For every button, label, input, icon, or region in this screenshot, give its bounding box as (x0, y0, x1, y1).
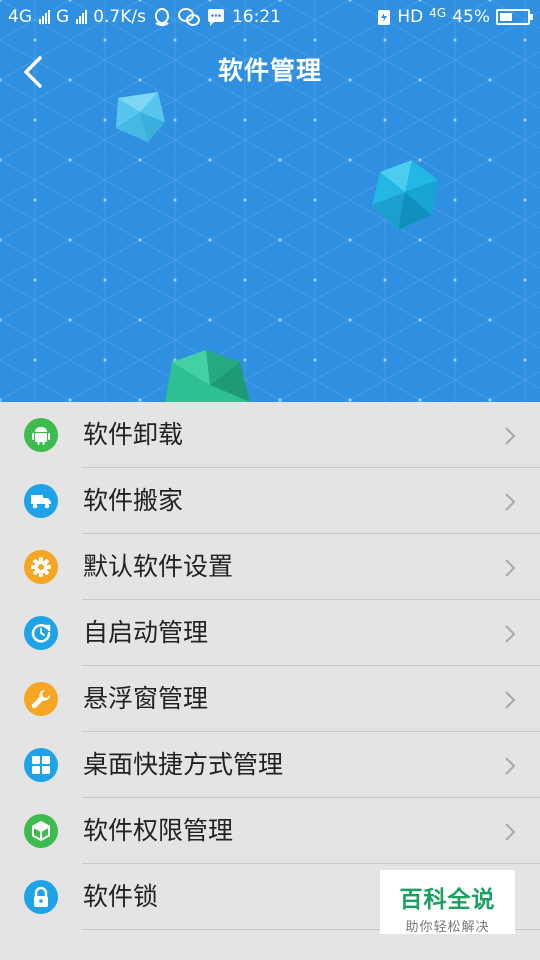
wrench-icon (24, 682, 58, 716)
battery-icon (496, 9, 533, 25)
chevron-right-icon (505, 493, 516, 511)
chevron-right-icon (505, 427, 516, 445)
watermark-badge: 百科全说 助你轻松解决 (380, 870, 515, 935)
header-banner: 4G G 0.7K/s 16:21 HD 4G 45% 软件管理 (0, 0, 540, 402)
list-item-label: 自启动管理 (83, 618, 209, 647)
list-item-floating-window[interactable]: 悬浮窗管理 (0, 666, 540, 732)
message-icon (207, 9, 224, 26)
power-clock-icon (24, 616, 58, 650)
list-item-label: 软件权限管理 (83, 816, 234, 845)
sim1-label: 4G (8, 7, 32, 27)
battery-percent: 45% (452, 7, 490, 27)
cube-icon (24, 814, 58, 848)
clock: 16:21 (231, 7, 281, 27)
wechat-icon (177, 8, 200, 26)
network-speed: 0.7K/s (93, 7, 146, 27)
qq-icon (154, 8, 169, 26)
truck-icon (24, 484, 58, 518)
list-item-label: 软件搬家 (83, 486, 184, 515)
chevron-right-icon (505, 559, 516, 577)
list-item-permissions[interactable]: 软件权限管理 (0, 798, 540, 864)
chevron-right-icon (505, 691, 516, 709)
watermark-title: 百科全说 (399, 887, 496, 913)
hd-label: HD (397, 7, 424, 27)
watermark-subtitle: 助你轻松解决 (405, 920, 490, 935)
grid-icon (24, 748, 58, 782)
battery-saver-icon (378, 10, 391, 25)
list-item-label: 悬浮窗管理 (83, 684, 209, 713)
android-icon (24, 418, 58, 452)
chevron-right-icon (505, 823, 516, 841)
signal-icon (39, 10, 50, 24)
list-item-label: 默认软件设置 (83, 552, 234, 581)
network-type: 4G (429, 6, 447, 20)
list-item-autostart[interactable]: 自启动管理 (0, 600, 540, 666)
title-bar: 软件管理 (0, 36, 540, 104)
list-item-label: 软件锁 (83, 882, 159, 911)
status-bar: 4G G 0.7K/s 16:21 HD 4G 45% (0, 0, 540, 36)
lock-icon (24, 880, 58, 914)
signal-icon-2 (76, 10, 88, 24)
gear-icon (24, 550, 58, 584)
chevron-right-icon (505, 625, 516, 643)
chevron-right-icon (505, 757, 516, 775)
list-item-default-apps[interactable]: 默认软件设置 (0, 534, 540, 600)
page-title: 软件管理 (217, 56, 322, 85)
sim2-label: G (56, 7, 70, 27)
list-item-label: 软件卸载 (83, 420, 184, 449)
list-item-uninstall[interactable]: 软件卸载 (0, 402, 540, 468)
list-item-move-apps[interactable]: 软件搬家 (0, 468, 540, 534)
list-item-shortcuts[interactable]: 桌面快捷方式管理 (0, 732, 540, 798)
list-item-label: 桌面快捷方式管理 (83, 750, 284, 779)
